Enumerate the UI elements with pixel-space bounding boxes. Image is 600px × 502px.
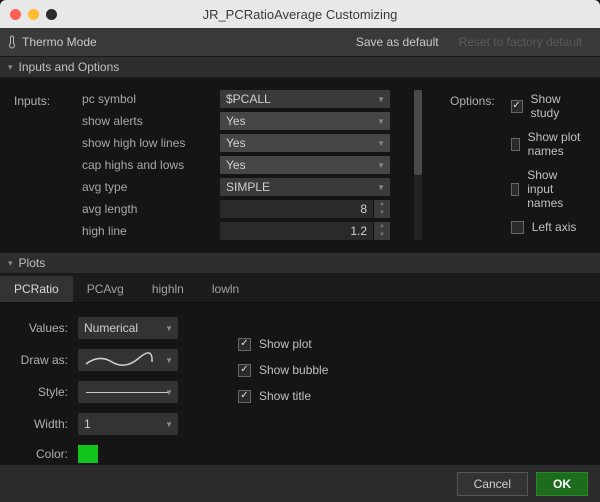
input-name: show alerts [82, 112, 202, 130]
checkbox-icon [511, 221, 524, 234]
titlebar: JR_PCRatioAverage Customizing [0, 0, 600, 28]
checkbox-icon [511, 183, 520, 196]
options-label: Options: [450, 90, 495, 240]
toolbar: Thermo Mode Save as default Reset to fac… [0, 28, 600, 56]
step-down-icon: ▼ [374, 209, 390, 218]
tab-lowln[interactable]: lowln [198, 276, 253, 302]
section-plots[interactable]: ▾ Plots [0, 252, 600, 274]
drawas-dropdown[interactable]: ▼ [78, 349, 178, 371]
checkbox-icon [238, 364, 251, 377]
inputs-label: Inputs: [14, 90, 64, 240]
chevron-down-icon: ▼ [377, 183, 385, 192]
inputs-options-panel: Inputs: pc symbol show alerts show high lo… [0, 78, 600, 252]
chevron-down-icon: ▼ [377, 95, 385, 104]
option-label: Left axis [532, 220, 577, 234]
input-name: cap highs and lows [82, 156, 202, 174]
reset-factory-button: Reset to factory default [449, 35, 592, 49]
input-name: pc symbol [82, 90, 202, 108]
stepper[interactable]: ▲▼ [374, 222, 390, 240]
close-icon[interactable] [10, 9, 21, 20]
maximize-icon[interactable] [46, 9, 57, 20]
input-number[interactable]: 1.2▲▼ [220, 222, 390, 240]
style-label: Style: [16, 385, 68, 399]
plot-option-label: Show title [259, 389, 311, 403]
drawas-label: Draw as: [16, 353, 68, 367]
input-number[interactable]: 8▲▼ [220, 200, 390, 218]
window-title: JR_PCRatioAverage Customizing [0, 7, 600, 22]
option-checkbox[interactable]: Show plot names [511, 130, 586, 158]
option-checkbox[interactable]: Show study [511, 92, 586, 120]
inputs-scrollbar[interactable] [414, 90, 422, 240]
thermometer-icon [8, 35, 16, 49]
plot-option-checkbox[interactable]: Show plot [238, 337, 328, 351]
chevron-down-icon: ▾ [8, 258, 13, 269]
step-up-icon: ▲ [374, 222, 390, 231]
input-name: high line [82, 222, 202, 240]
checkbox-icon [511, 100, 523, 113]
plot-panel: Values: Numerical▼ Draw as: ▼ Style: ▼ W… [0, 303, 600, 464]
plot-option-checkbox[interactable]: Show title [238, 389, 328, 403]
stepper[interactable]: ▲▼ [374, 200, 390, 218]
footer: Cancel OK [0, 464, 600, 502]
thermo-mode-button[interactable]: Thermo Mode [8, 35, 97, 49]
input-name: avg type [82, 178, 202, 196]
step-down-icon: ▼ [374, 231, 390, 240]
plot-option-label: Show bubble [259, 363, 328, 377]
checkbox-icon [238, 338, 251, 351]
input-combo[interactable]: Yes▼ [220, 134, 390, 152]
checkbox-icon [238, 390, 251, 403]
style-dropdown[interactable]: ▼ [78, 381, 178, 403]
cancel-button[interactable]: Cancel [457, 472, 528, 496]
values-dropdown[interactable]: Numerical▼ [78, 317, 178, 339]
width-dropdown[interactable]: 1▼ [78, 413, 178, 435]
plot-option-checkbox[interactable]: Show bubble [238, 363, 328, 377]
input-name: show high low lines [82, 134, 202, 152]
tab-pcavg[interactable]: PCAvg [73, 276, 138, 302]
chevron-down-icon: ▼ [377, 117, 385, 126]
option-label: Show input names [527, 168, 586, 210]
option-checkbox[interactable]: Left axis [511, 220, 586, 234]
ok-button[interactable]: OK [536, 472, 588, 496]
section-inputs-options[interactable]: ▾ Inputs and Options [0, 56, 600, 78]
line-preview-icon [84, 352, 154, 368]
chevron-down-icon: ▼ [165, 324, 173, 333]
input-combo[interactable]: Yes▼ [220, 112, 390, 130]
option-label: Show plot names [528, 130, 586, 158]
minimize-icon[interactable] [28, 9, 39, 20]
tab-pcratio[interactable]: PCRatio [0, 276, 73, 302]
chevron-down-icon: ▼ [165, 356, 173, 365]
chevron-down-icon: ▼ [377, 139, 385, 148]
tab-highln[interactable]: highln [138, 276, 198, 302]
values-label: Values: [16, 321, 68, 335]
input-combo[interactable]: Yes▼ [220, 156, 390, 174]
thermo-mode-label: Thermo Mode [22, 35, 97, 49]
plot-option-label: Show plot [259, 337, 312, 351]
chevron-down-icon: ▼ [377, 161, 385, 170]
section-title: Inputs and Options [19, 60, 120, 74]
chevron-down-icon: ▾ [8, 62, 13, 73]
width-label: Width: [16, 417, 68, 431]
color-label: Color: [16, 447, 68, 461]
content-area: ▾ Inputs and Options Inputs: pc symbol sh… [0, 56, 600, 464]
section-title: Plots [19, 256, 46, 270]
input-combo[interactable]: $PCALL▼ [220, 90, 390, 108]
plot-tabs: PCRatioPCAvghighlnlowln [0, 276, 600, 303]
input-name: avg length [82, 200, 202, 218]
step-up-icon: ▲ [374, 200, 390, 209]
window-controls [0, 9, 57, 20]
input-combo[interactable]: SIMPLE▼ [220, 178, 390, 196]
option-checkbox[interactable]: Show input names [511, 168, 586, 210]
option-label: Show study [531, 92, 586, 120]
checkbox-icon [511, 138, 520, 151]
save-default-button[interactable]: Save as default [346, 35, 449, 49]
line-style-icon [86, 392, 170, 393]
chevron-down-icon: ▼ [165, 420, 173, 429]
chevron-down-icon: ▼ [165, 388, 173, 397]
color-swatch[interactable] [78, 445, 98, 463]
